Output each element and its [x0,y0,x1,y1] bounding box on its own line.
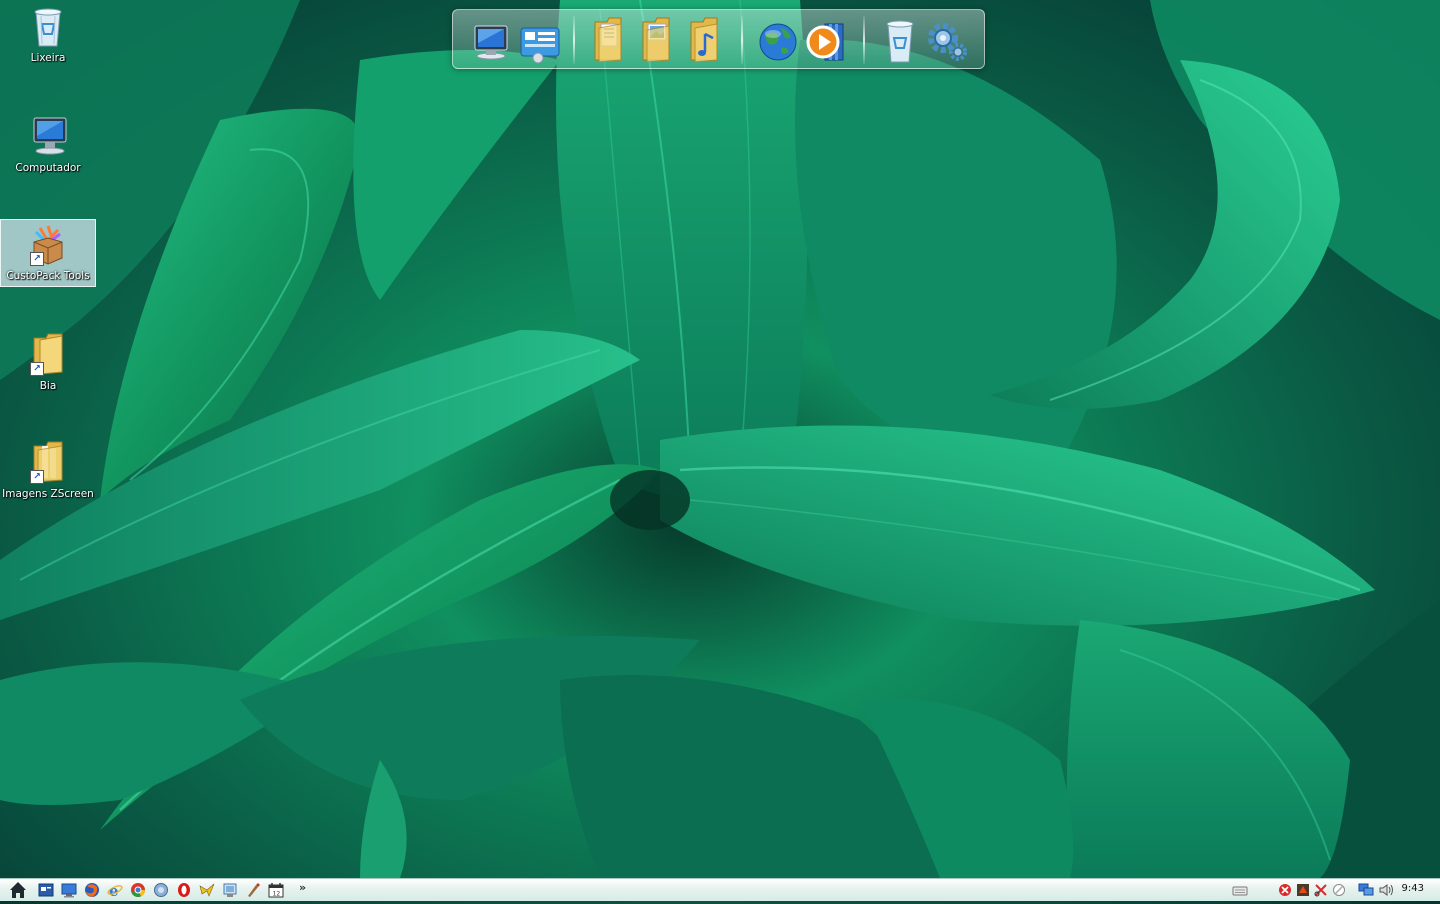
paint-icon[interactable] [245,882,261,898]
desktop-icon-label: Bia [39,380,57,392]
volume-icon[interactable] [1378,882,1393,896]
desktop-icon-label: CustoPack Tools [6,270,90,282]
error-icon[interactable] [1278,882,1292,896]
desktop-wallpaper [0,0,1440,878]
internet-globe-icon[interactable] [755,16,801,64]
browser-icon[interactable] [153,882,169,898]
keyboard-icon[interactable] [1232,882,1248,896]
dock-separator [573,16,575,64]
shortcut-arrow-icon: ↗ [30,470,44,484]
package-icon: ↗ [28,222,68,266]
calendar-icon[interactable]: 12 [268,882,284,898]
window-icon[interactable] [38,882,54,898]
internet-explorer-icon[interactable]: e [107,882,123,900]
desktop-icon-recycle-bin[interactable]: Lixeira [0,2,96,70]
block-icon[interactable] [1332,882,1346,896]
desktop-icon[interactable] [61,882,77,898]
folder-icon: ↗ [28,332,68,376]
recycle-bin-icon[interactable] [877,16,923,64]
recycle-bin-icon [28,4,68,48]
scissors-icon[interactable] [1314,882,1328,897]
network-icon[interactable] [1358,882,1374,896]
dock-separator [741,16,743,64]
system-clock[interactable]: 9:43 [1402,883,1424,894]
firefox-icon[interactable] [84,882,100,898]
network-icon[interactable] [222,882,238,898]
dock [452,9,985,69]
computer-icon [28,114,68,158]
desktop-icon-label: Computador [15,162,81,174]
home-icon[interactable] [8,880,28,900]
overflow-chevron[interactable]: » [299,881,306,894]
desktop-icon-bia[interactable]: ↗ Bia [0,330,96,398]
messenger-icon[interactable] [199,882,215,898]
desktop-icon-imagens-zscreen[interactable]: ↗ Imagens ZScreen [0,438,96,506]
music-folder-icon[interactable] [681,16,727,64]
pictures-folder-icon[interactable] [633,16,679,64]
svg-text:12: 12 [273,891,281,898]
opera-icon[interactable] [176,882,192,898]
media-player-icon[interactable] [803,16,849,64]
computer-icon[interactable] [469,16,515,64]
control-panel-icon[interactable] [517,16,563,64]
taskbar: e 12 » 9:43 [0,878,1440,901]
settings-gears-icon[interactable] [925,16,971,64]
shortcut-arrow-icon: ↗ [30,362,44,376]
desktop-icon-label: Imagens ZScreen [2,488,94,500]
folder-icon: ↗ [28,440,68,484]
desktop-icon-computer[interactable]: Computador [0,112,96,180]
chrome-icon[interactable] [130,882,146,898]
documents-folder-icon[interactable] [585,16,631,64]
alert-icon[interactable] [1296,882,1310,896]
desktop-icon-label: Lixeira [30,52,66,64]
shortcut-arrow-icon: ↗ [30,252,44,266]
dock-separator [863,16,865,64]
desktop-icon-custopack-tools[interactable]: ↗ CustoPack Tools [0,219,96,287]
